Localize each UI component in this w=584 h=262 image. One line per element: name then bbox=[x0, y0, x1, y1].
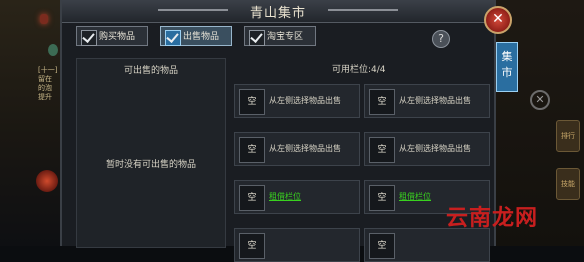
help-icon[interactable]: ? bbox=[432, 30, 450, 48]
rent-slot-link[interactable]: 租借栏位 bbox=[399, 191, 431, 202]
circle-x-icon[interactable]: ✕ bbox=[530, 90, 550, 110]
watermark-logo: 云南龙网 bbox=[446, 206, 539, 231]
slot-box: 空 bbox=[369, 137, 395, 163]
game-background-left: [十一] 留在 的泡 提升 bbox=[0, 0, 60, 246]
lantern-icon bbox=[40, 14, 48, 24]
slot-text: 从左侧选择物品出售 bbox=[269, 144, 341, 153]
check-icon bbox=[165, 30, 181, 46]
skill-orb-icon bbox=[36, 170, 58, 192]
tab-taobao[interactable]: 淘宝专区 bbox=[244, 26, 316, 46]
title-bar: 青山集市 bbox=[62, 0, 494, 23]
sale-slot[interactable]: 空 从左侧选择物品出售 bbox=[234, 84, 360, 118]
tab-label: 淘宝专区 bbox=[267, 32, 304, 42]
page-title: 青山集市 bbox=[249, 6, 306, 21]
title-ornament-right bbox=[328, 9, 398, 11]
rent-slot[interactable]: 空 bbox=[234, 228, 360, 262]
slot-box: 空 bbox=[239, 137, 265, 163]
background-chat-text: [十一] 留在 的泡 提升 bbox=[38, 66, 58, 101]
panel-header: 可出售的物品 bbox=[123, 66, 178, 76]
side-menu-sign[interactable]: 排行 bbox=[556, 120, 580, 152]
tab-label: 购买物品 bbox=[99, 32, 136, 42]
slot-text: 从左侧选择物品出售 bbox=[399, 96, 471, 105]
sale-slot[interactable]: 空 从左侧选择物品出售 bbox=[364, 132, 490, 166]
sale-slot[interactable]: 空 从左侧选择物品出售 bbox=[364, 84, 490, 118]
slot-box: 空 bbox=[369, 185, 395, 211]
rent-slot[interactable]: 空 租借栏位 bbox=[234, 180, 360, 214]
sale-slot[interactable]: 空 从左侧选择物品出售 bbox=[234, 132, 360, 166]
close-button[interactable]: ✕ bbox=[484, 6, 512, 34]
rent-slot-link[interactable]: 租借栏位 bbox=[269, 191, 301, 202]
slot-box: 空 bbox=[239, 89, 265, 115]
slot-box: 空 bbox=[369, 233, 395, 259]
tab-sell[interactable]: 出售物品 bbox=[160, 26, 232, 46]
tab-label: 出售物品 bbox=[183, 32, 220, 42]
slot-box: 空 bbox=[239, 185, 265, 211]
slot-box: 空 bbox=[239, 233, 265, 259]
empty-message: 暂时没有可出售的物品 bbox=[105, 160, 196, 170]
orb-icon bbox=[48, 44, 58, 56]
slot-box: 空 bbox=[369, 89, 395, 115]
check-icon bbox=[81, 30, 97, 46]
slot-text: 从左侧选择物品出售 bbox=[399, 144, 471, 153]
check-icon bbox=[249, 30, 265, 46]
side-tab-market[interactable]: 集市 bbox=[496, 42, 518, 92]
rent-slot[interactable]: 空 bbox=[364, 228, 490, 262]
slot-text: 从左侧选择物品出售 bbox=[269, 96, 341, 105]
side-menu-sign-2[interactable]: 技能 bbox=[556, 168, 580, 200]
sellable-items-panel: 可出售的物品 暂时没有可出售的物品 bbox=[76, 58, 226, 248]
market-dialog: 青山集市 购买物品 出售物品 淘宝专区 ? 可出售的物品 暂时没有可出售的物品 … bbox=[60, 0, 496, 262]
available-slots: 可用栏位:4/4 bbox=[332, 65, 386, 75]
tab-buy[interactable]: 购买物品 bbox=[76, 26, 148, 46]
